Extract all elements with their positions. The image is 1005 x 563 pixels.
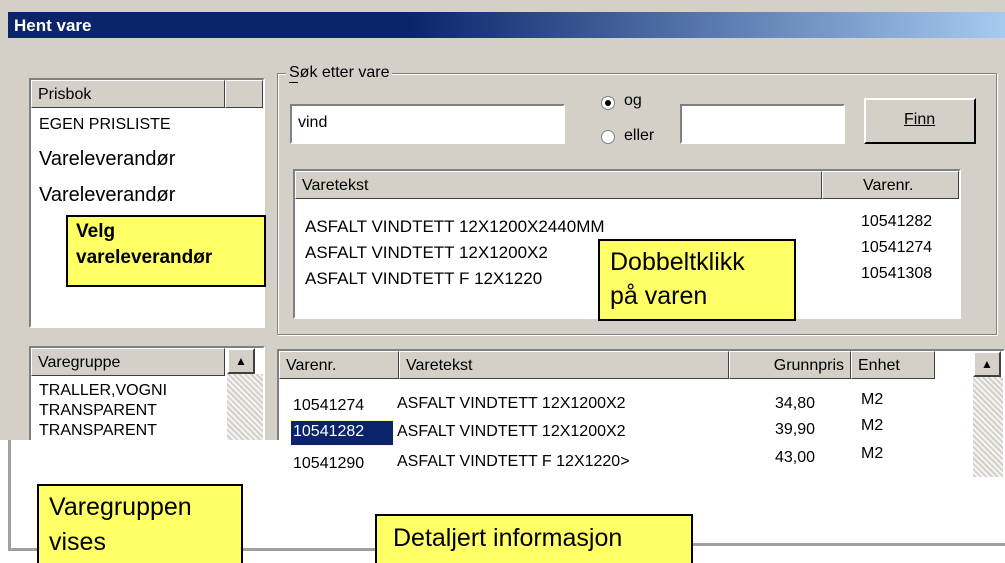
search-group-underline (289, 82, 298, 83)
details-row-price[interactable]: 39,90 (775, 421, 815, 439)
prisbok-item[interactable]: Vareleverandør (39, 184, 175, 207)
varegruppe-item[interactable]: TRANSPARENT (39, 402, 157, 420)
radio-og[interactable] (601, 96, 615, 110)
find-button[interactable]: Finn (864, 98, 976, 144)
search-group-label: Søk etter vare (286, 64, 393, 82)
details-row-unit[interactable]: M2 (861, 445, 883, 463)
results-row-text[interactable]: ASFALT VINDTETT F 12X1220 (305, 269, 542, 289)
details-row-text[interactable]: ASFALT VINDTETT 12X1200X2 (397, 395, 626, 413)
details-header-varenr[interactable]: Varenr. (279, 351, 399, 379)
connector-line (690, 543, 1005, 546)
window-title: Hent vare (14, 16, 92, 35)
results-row-nr[interactable]: 10541274 (861, 239, 932, 257)
prisbok-list[interactable]: Prisbok EGEN PRISLISTE Vareleverandør Va… (29, 78, 265, 328)
varegruppe-item[interactable]: TRANSPARENT (39, 422, 157, 440)
search-group-text: Søk etter vare (289, 64, 390, 81)
callout-detaljert-informasjon: Detaljert informasjon (375, 514, 693, 563)
search-input[interactable]: vind (290, 104, 565, 144)
details-header-enhet[interactable]: Enhet (851, 351, 935, 379)
callout-dobbelt-line1: Dobbeltklikk (610, 248, 745, 276)
connector-line (8, 440, 11, 550)
details-row-selected[interactable]: 10541282 (290, 420, 394, 446)
prisbok-header[interactable]: Prisbok (31, 80, 225, 108)
results-row-nr[interactable]: 10541282 (861, 213, 932, 231)
prisbok-item[interactable]: Vareleverandør (39, 148, 175, 171)
results-row-text[interactable]: ASFALT VINDTETT 12X1200X2 (305, 243, 548, 263)
callout-detaljert-text: Detaljert informasjon (393, 524, 623, 552)
details-header-varetekst[interactable]: Varetekst (399, 351, 729, 379)
callout-varegruppen-vises: Varegruppen vises (37, 484, 243, 563)
callout-dobbeltklikk: Dobbeltklikk på varen (598, 239, 796, 321)
varegruppe-scroll-up-button[interactable]: ▲ (227, 348, 255, 374)
results-header-varetekst[interactable]: Varetekst (295, 171, 822, 199)
find-button-label: Finn (904, 111, 936, 128)
callout-velg-line1: Velg (76, 221, 116, 242)
radio-eller[interactable] (601, 130, 615, 144)
hent-vare-dialog: Hent vare Prisbok EGEN PRISLISTE Varelev… (0, 0, 1005, 563)
search-input-value: vind (298, 114, 328, 131)
second-search-input[interactable] (680, 104, 845, 144)
details-row-nr-selected: 10541282 (293, 423, 365, 440)
prisbok-header-spacer (225, 80, 263, 108)
details-row-nr[interactable]: 10541290 (293, 455, 364, 473)
details-row-nr[interactable]: 10541274 (293, 397, 364, 415)
callout-velg-line2: vareleverandør (76, 247, 213, 268)
callout-velg-vareleverandor: Velg vareleverandør (66, 215, 266, 287)
results-row-nr[interactable]: 10541308 (861, 265, 932, 283)
prisbok-item[interactable]: EGEN PRISLISTE (39, 116, 171, 134)
details-scroll-up-button[interactable]: ▲ (973, 351, 1001, 377)
radio-og-label[interactable]: og (624, 92, 642, 110)
details-header-grunnpris[interactable]: Grunnpris (729, 351, 851, 379)
details-row-unit[interactable]: M2 (861, 391, 883, 409)
varegruppe-item[interactable]: TRALLER,VOGNI (39, 382, 167, 400)
details-row-price[interactable]: 34,80 (775, 395, 815, 413)
results-row-text[interactable]: ASFALT VINDTETT 12X1200X2440MM (305, 217, 605, 237)
results-header-varenr[interactable]: Varenr. (822, 171, 959, 199)
connector-line (240, 548, 378, 551)
title-bar: Hent vare (8, 12, 1005, 38)
callout-varegruppen-line1: Varegruppen (49, 493, 192, 521)
varegruppe-header[interactable]: Varegruppe (31, 348, 225, 376)
details-row-unit[interactable]: M2 (861, 417, 883, 435)
details-row-price[interactable]: 43,00 (775, 449, 815, 467)
radio-eller-label[interactable]: eller (624, 127, 654, 145)
callout-varegruppen-line2: vises (49, 528, 106, 556)
details-row-text[interactable]: ASFALT VINDTETT F 12X1220> (397, 453, 630, 471)
details-row-text[interactable]: ASFALT VINDTETT 12X1200X2 (397, 423, 626, 441)
callout-dobbelt-line2: på varen (610, 282, 708, 310)
